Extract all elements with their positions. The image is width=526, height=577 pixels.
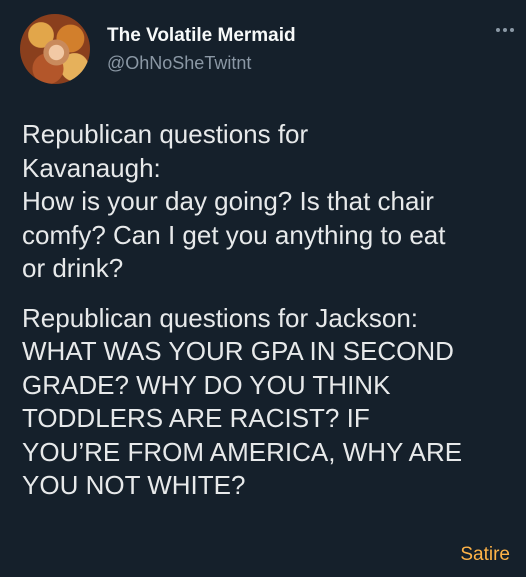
tweet-paragraph-1: Republican questions for Kavanaugh: How … bbox=[22, 119, 446, 283]
tweet-header: The Volatile Mermaid @OhNoSheTwitnt bbox=[20, 14, 514, 84]
satire-label: Satire bbox=[460, 544, 510, 565]
author-handle[interactable]: @OhNoSheTwitnt bbox=[107, 52, 296, 74]
avatar[interactable] bbox=[20, 14, 90, 84]
dot-icon bbox=[496, 28, 500, 32]
author-info: The Volatile Mermaid @OhNoSheTwitnt bbox=[107, 25, 296, 74]
author-display-name[interactable]: The Volatile Mermaid bbox=[107, 25, 296, 47]
tweet-paragraph-2: Republican questions for Jackson: WHAT W… bbox=[22, 302, 463, 501]
dot-icon bbox=[503, 28, 507, 32]
dot-icon bbox=[510, 28, 514, 32]
tweet-text: Republican questions for Kavanaugh: How … bbox=[22, 118, 512, 503]
more-options-icon[interactable] bbox=[496, 28, 514, 32]
